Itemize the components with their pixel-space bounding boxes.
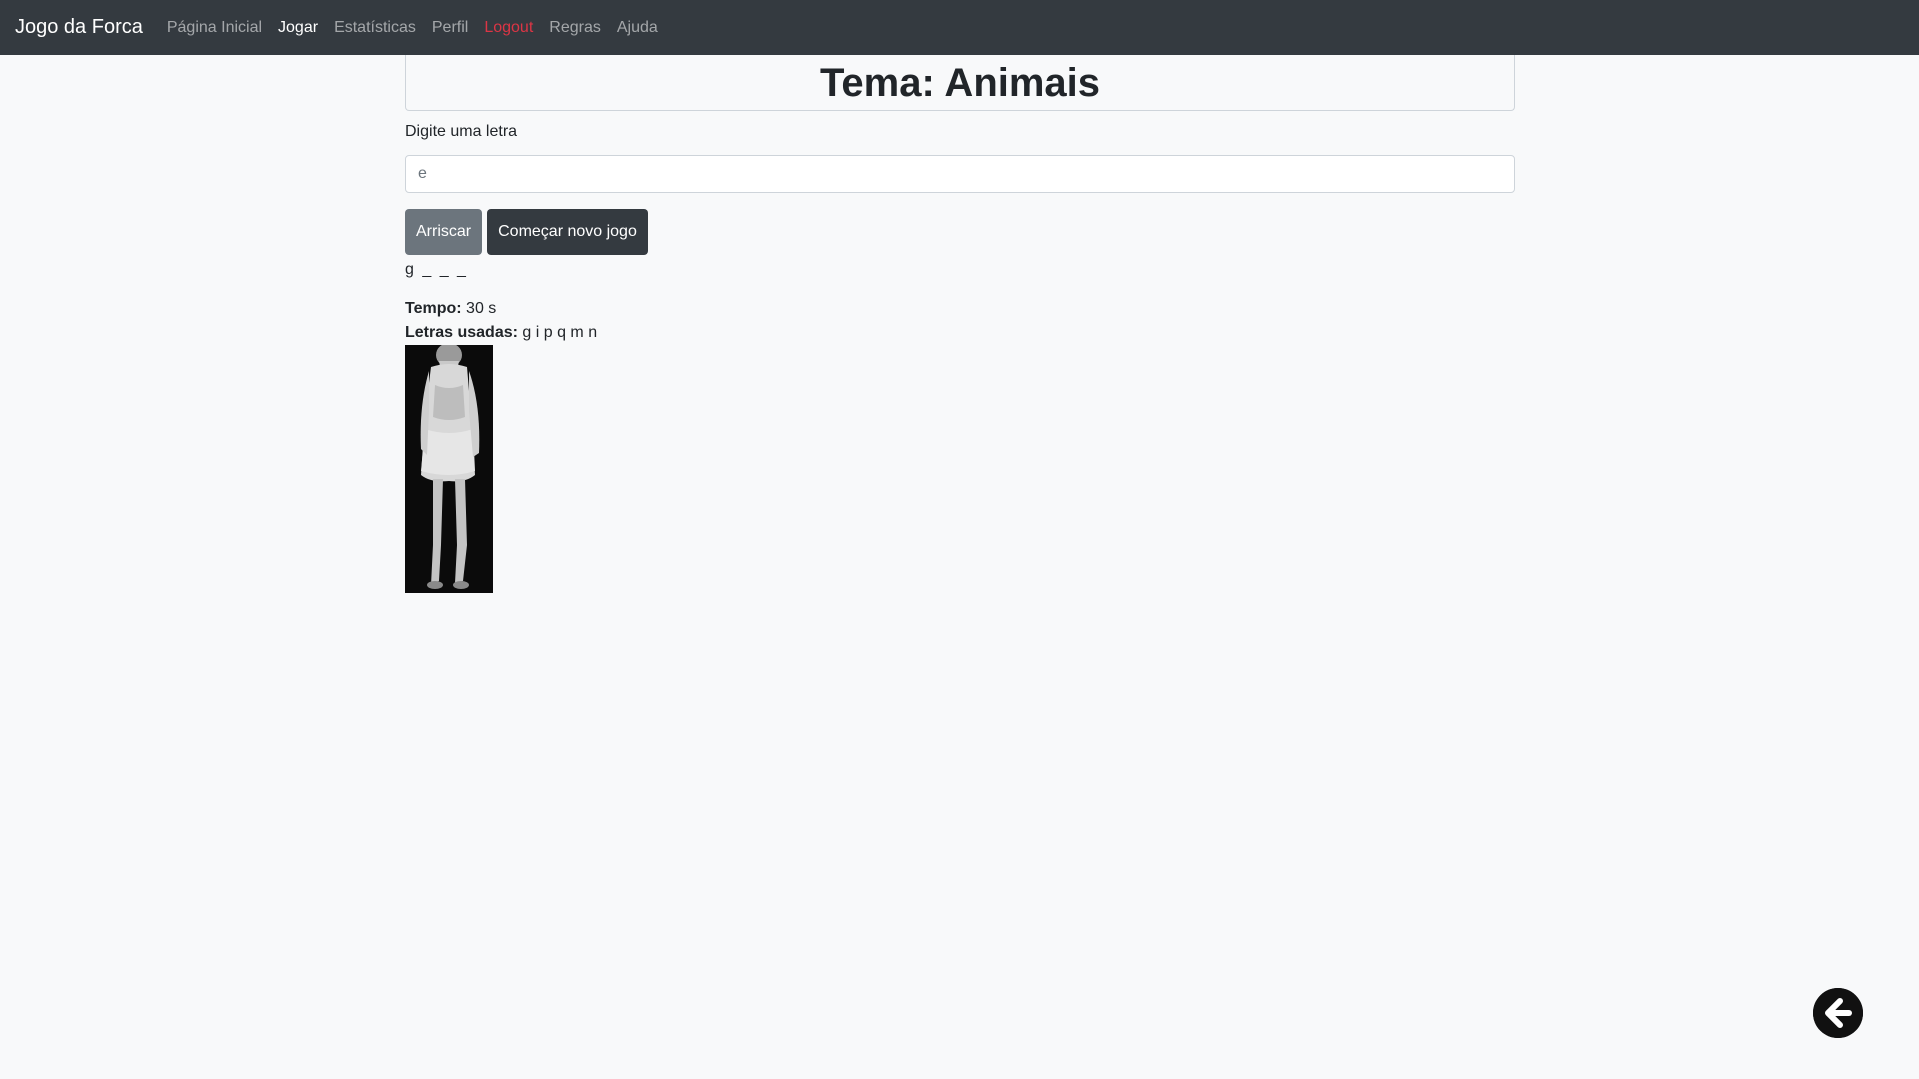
nav-item-help[interactable]: Ajuda <box>617 19 658 37</box>
theme-title: Tema: Animais <box>819 60 1101 105</box>
time-label: Tempo: <box>405 300 462 317</box>
letter-input[interactable] <box>405 155 1515 193</box>
used-letters-value: g i p q m n <box>522 324 598 341</box>
arrow-left-circle-icon <box>1813 988 1863 1038</box>
new-game-button[interactable]: Começar novo jogo <box>487 209 648 255</box>
action-buttons: Arriscar Começar novo jogo <box>405 209 1515 255</box>
nav-item-stats[interactable]: Estatísticas <box>334 19 416 37</box>
nav-item-home[interactable]: Página Inicial <box>167 19 262 37</box>
nav-links: Página Inicial Jogar Estatísticas Perfil… <box>167 19 674 37</box>
game-container: Tema: Animais Digite uma letra Arriscar … <box>405 55 1515 593</box>
nav-item-logout[interactable]: Logout <box>484 19 533 37</box>
navbar-brand[interactable]: Jogo da Forca <box>15 16 143 39</box>
theme-header: Tema: Animais <box>405 55 1515 111</box>
top-navbar: Jogo da Forca Página Inicial Jogar Estat… <box>0 0 1919 55</box>
used-letters-label: Letras usadas: <box>405 324 518 341</box>
time-info: Tempo: 30 s <box>405 297 1515 321</box>
nav-item-profile[interactable]: Perfil <box>432 19 468 37</box>
guess-button[interactable]: Arriscar <box>405 209 483 255</box>
letter-input-label: Digite uma letra <box>405 123 518 140</box>
used-letters-info: Letras usadas: g i p q m n <box>405 321 1515 345</box>
time-value: 30 s <box>466 300 497 317</box>
nav-item-play[interactable]: Jogar <box>278 19 318 37</box>
hangman-image <box>405 345 493 593</box>
word-display: g _ _ _ <box>405 261 468 278</box>
nav-item-rules[interactable]: Regras <box>549 19 601 37</box>
back-button[interactable] <box>1813 988 1863 1038</box>
